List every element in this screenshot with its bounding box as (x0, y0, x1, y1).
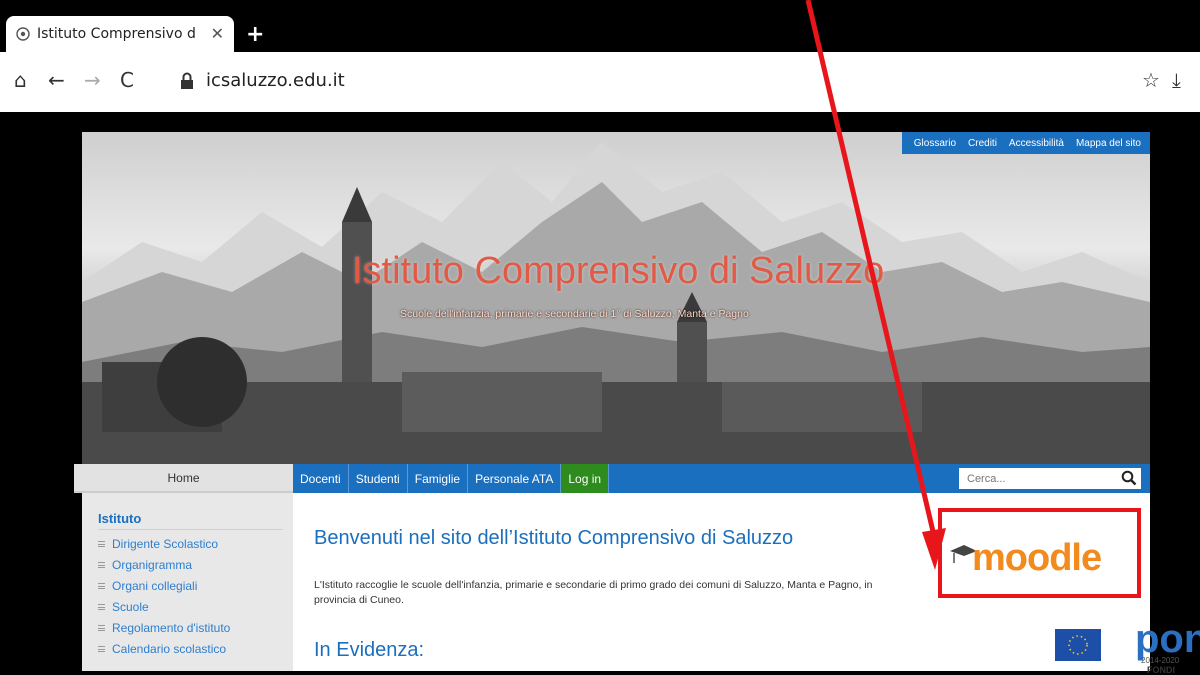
list-bullet-icon (98, 540, 105, 547)
back-icon[interactable]: ← (48, 68, 65, 92)
eu-flag-icon (1055, 629, 1101, 661)
sidebar-item-regolamento[interactable]: Regolamento d'istituto (98, 617, 293, 638)
nav-famiglie[interactable]: Famiglie (408, 464, 469, 493)
list-bullet-icon (98, 645, 105, 652)
search-input[interactable] (959, 472, 1109, 485)
intro-text: L'Istituto raccoglie le scuole dell'infa… (314, 579, 873, 606)
nav-home[interactable]: Home (74, 464, 293, 493)
sidebar-item-calendario[interactable]: Calendario scolastico (98, 638, 293, 659)
nav-login[interactable]: Log in (561, 464, 610, 493)
reload-icon[interactable]: C (120, 68, 134, 92)
bookmark-star-icon[interactable]: ☆ (1142, 68, 1160, 92)
pon-fondi: FONDI (1147, 665, 1175, 675)
sidebar-item-organigramma[interactable]: Organigramma (98, 554, 293, 575)
lock-icon (181, 72, 193, 89)
main-nav: Home Docenti Studenti Famiglie Personale… (74, 464, 1150, 493)
pon-years: 2014-2020 (1141, 656, 1180, 665)
evidenza-heading: In Evidenza: (314, 639, 425, 661)
new-tab-icon[interactable]: + (246, 22, 264, 47)
forward-icon[interactable]: → (84, 68, 101, 92)
search-box (959, 468, 1141, 489)
nav-studenti[interactable]: Studenti (349, 464, 408, 493)
sidebar-item-label: Dirigente Scolastico (112, 536, 219, 551)
browser-tab[interactable]: Istituto Comprensivo di S ✕ (6, 16, 234, 52)
top-links: Glossario Crediti Accessibilità Mappa de… (901, 132, 1150, 154)
home-icon[interactable]: ⌂ (14, 68, 27, 92)
sidebar-item-dirigente[interactable]: Dirigente Scolastico (98, 533, 293, 554)
header-banner: Glossario Crediti Accessibilità Mappa de… (82, 132, 1150, 464)
list-bullet-icon (98, 561, 105, 568)
list-bullet-icon (98, 582, 105, 589)
sidebar-item-label: Scuole (112, 599, 149, 614)
accessibilita-link[interactable]: Accessibilità (1009, 138, 1064, 149)
nav-personale-ata[interactable]: Personale ATA (468, 464, 562, 493)
browser-toolbar: ⌂ ← → C icsaluzzo.edu.it ☆ ⤓ (0, 52, 1200, 112)
tab-bar: Istituto Comprensivo di S ✕ + (0, 0, 1200, 57)
crediti-link[interactable]: Crediti (968, 138, 997, 149)
search-icon[interactable] (1121, 470, 1137, 486)
site-favicon-icon (16, 27, 30, 41)
sidebar: Istituto Dirigente Scolastico Organigram… (82, 493, 293, 671)
nav-docenti[interactable]: Docenti (293, 464, 349, 493)
welcome-heading: Benvenuti nel sito dell’Istituto Compren… (314, 527, 794, 549)
sidebar-item-label: Regolamento d'istituto (112, 620, 231, 635)
list-bullet-icon (98, 603, 105, 610)
sidebar-item-label: Organi collegiali (112, 578, 198, 593)
close-tab-icon[interactable]: ✕ (211, 24, 224, 43)
mountain-town-image (82, 142, 1150, 464)
pon-banner[interactable]: pon 2014-2020 FONDI (1051, 617, 1200, 675)
sidebar-item-label: Organigramma (112, 557, 193, 572)
sidebar-item-label: Calendario scolastico (112, 641, 227, 656)
sidebar-item-scuole[interactable]: Scuole (98, 596, 293, 617)
sidebar-title: Istituto (98, 511, 283, 530)
site-subtitle: Scuole dell'infanzia, primarie e seconda… (400, 308, 749, 320)
tab-title: Istituto Comprensivo di S (37, 26, 197, 42)
site-title[interactable]: Istituto Comprensivo di Saluzzo (352, 250, 884, 293)
download-icon[interactable]: ⤓ (1172, 68, 1181, 92)
sidebar-item-organi-collegiali[interactable]: Organi collegiali (98, 575, 293, 596)
address-bar[interactable]: icsaluzzo.edu.it (206, 70, 345, 91)
annotation-highlight-box (938, 508, 1141, 598)
mappa-sito-link[interactable]: Mappa del sito (1076, 138, 1141, 149)
list-bullet-icon (98, 624, 105, 631)
glossario-link[interactable]: Glossario (914, 138, 956, 149)
